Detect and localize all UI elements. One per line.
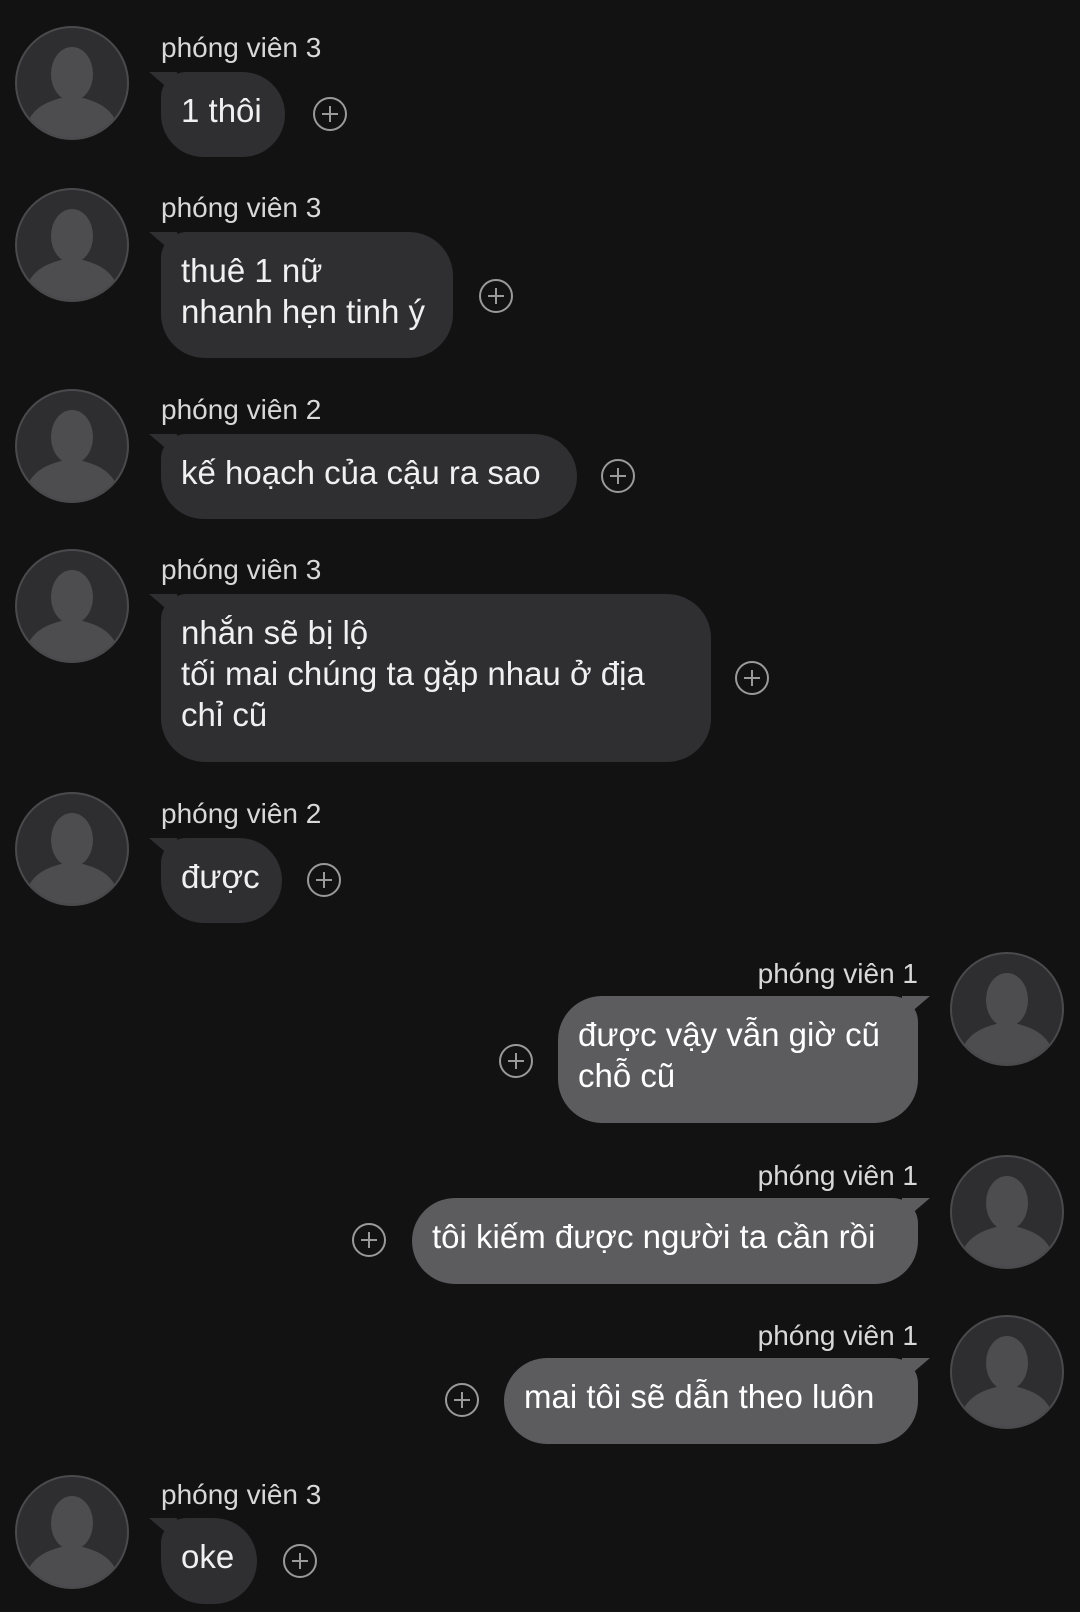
message-bubble[interactable]: 1 thôi — [161, 72, 285, 157]
message-bubble[interactable]: được vậy vẫn giờ cũ chỗ cũ — [558, 996, 918, 1123]
sender-name: phóng viên 2 — [161, 798, 322, 829]
message-bubble[interactable]: mai tôi sẽ dẫn theo luôn — [504, 1358, 918, 1444]
avatar[interactable] — [950, 952, 1064, 1066]
message-bubble[interactable]: được — [161, 838, 282, 923]
sender-name: phóng viên 2 — [161, 394, 322, 425]
person-silhouette-icon — [23, 410, 121, 501]
message-bubble[interactable]: kế hoạch của cậu ra sao — [161, 434, 577, 519]
person-silhouette-icon — [958, 1336, 1056, 1427]
avatar[interactable] — [15, 26, 129, 140]
avatar[interactable] — [15, 549, 129, 663]
person-silhouette-icon — [23, 209, 121, 300]
sender-name: phóng viên 1 — [757, 1160, 918, 1191]
avatar[interactable] — [15, 792, 129, 906]
add-reaction-plus-icon[interactable] — [445, 1383, 479, 1417]
person-silhouette-icon — [23, 1496, 121, 1587]
add-reaction-plus-icon[interactable] — [601, 459, 635, 493]
person-silhouette-icon — [23, 47, 121, 138]
add-reaction-plus-icon[interactable] — [499, 1044, 533, 1078]
avatar[interactable] — [15, 188, 129, 302]
avatar[interactable] — [15, 389, 129, 503]
add-reaction-plus-icon[interactable] — [283, 1544, 317, 1578]
message-bubble[interactable]: oke — [161, 1518, 257, 1604]
person-silhouette-icon — [958, 973, 1056, 1064]
person-silhouette-icon — [23, 570, 121, 661]
sender-name: phóng viên 3 — [161, 554, 322, 585]
add-reaction-plus-icon[interactable] — [352, 1223, 386, 1257]
avatar[interactable] — [950, 1155, 1064, 1269]
add-reaction-plus-icon[interactable] — [735, 661, 769, 695]
message-bubble[interactable]: nhắn sẽ bị lộ tối mai chúng ta gặp nhau … — [161, 594, 711, 762]
sender-name: phóng viên 1 — [757, 1320, 918, 1351]
message-bubble[interactable]: tôi kiếm được người ta cần rồi — [412, 1198, 918, 1284]
sender-name: phóng viên 3 — [161, 32, 322, 63]
person-silhouette-icon — [958, 1176, 1056, 1267]
avatar[interactable] — [15, 1475, 129, 1589]
sender-name: phóng viên 3 — [161, 192, 322, 223]
avatar[interactable] — [950, 1315, 1064, 1429]
add-reaction-plus-icon[interactable] — [313, 97, 347, 131]
add-reaction-plus-icon[interactable] — [479, 279, 513, 313]
sender-name: phóng viên 3 — [161, 1479, 322, 1510]
message-bubble[interactable]: thuê 1 nữ nhanh hẹn tinh ý — [161, 232, 453, 358]
sender-name: phóng viên 1 — [757, 958, 918, 989]
add-reaction-plus-icon[interactable] — [307, 863, 341, 897]
person-silhouette-icon — [23, 813, 121, 904]
